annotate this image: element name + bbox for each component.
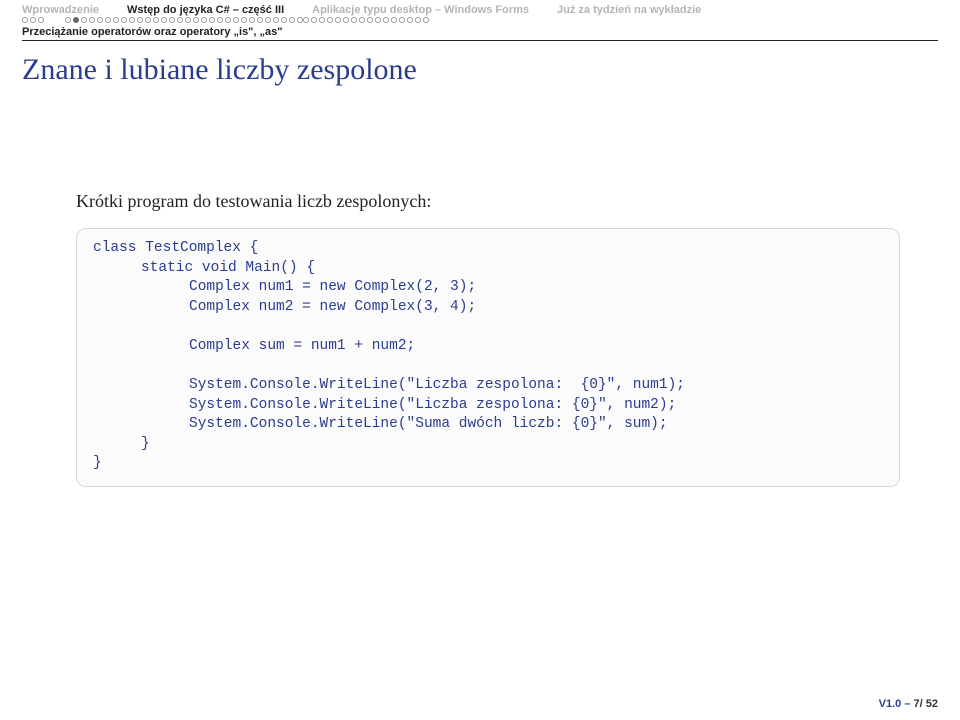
code-line: Complex num2 = new Complex(3, 4); bbox=[93, 298, 883, 318]
progress-dot[interactable] bbox=[30, 17, 36, 23]
code-line: System.Console.WriteLine("Suma dwóch lic… bbox=[93, 415, 883, 435]
progress-dot[interactable] bbox=[383, 17, 389, 23]
progress-dot[interactable] bbox=[209, 17, 215, 23]
progress-dot[interactable] bbox=[113, 17, 119, 23]
progress-dot[interactable] bbox=[257, 17, 263, 23]
progress-dot[interactable] bbox=[311, 17, 317, 23]
subtitle: Krótki program do testowania liczb zespo… bbox=[76, 191, 900, 212]
dots-group-3 bbox=[303, 17, 429, 23]
main-content: Krótki program do testowania liczb zespo… bbox=[0, 91, 960, 487]
progress-dot[interactable] bbox=[319, 17, 325, 23]
code-line: } bbox=[93, 435, 883, 455]
progress-dot[interactable] bbox=[233, 17, 239, 23]
progress-dot[interactable] bbox=[367, 17, 373, 23]
progress-dot[interactable] bbox=[359, 17, 365, 23]
version-label: V1.0 – bbox=[879, 698, 914, 710]
nav-tab-csharp[interactable]: Wstęp do języka C# – część III bbox=[127, 4, 284, 16]
code-line: static void Main() { bbox=[93, 259, 883, 279]
code-block: class TestComplex { static void Main() {… bbox=[76, 228, 900, 487]
progress-dot[interactable] bbox=[201, 17, 207, 23]
progress-dot[interactable] bbox=[423, 17, 429, 23]
nav-tabs: Wprowadzenie Wstęp do języka C# – część … bbox=[0, 0, 960, 16]
progress-dot[interactable] bbox=[161, 17, 167, 23]
code-line: Complex num1 = new Complex(2, 3); bbox=[93, 278, 883, 298]
nav-tab-next-week[interactable]: Już za tydzień na wykładzie bbox=[557, 4, 701, 16]
progress-dots bbox=[0, 16, 960, 25]
code-line: } bbox=[93, 455, 102, 471]
progress-dot[interactable] bbox=[375, 17, 381, 23]
progress-dot[interactable] bbox=[327, 17, 333, 23]
page-number: 7/ 52 bbox=[914, 698, 938, 710]
progress-dot[interactable] bbox=[351, 17, 357, 23]
progress-dot[interactable] bbox=[121, 17, 127, 23]
progress-dot[interactable] bbox=[81, 17, 87, 23]
code-line: System.Console.WriteLine("Liczba zespolo… bbox=[93, 376, 883, 396]
progress-dot[interactable] bbox=[38, 17, 44, 23]
progress-dot[interactable] bbox=[22, 17, 28, 23]
progress-dot[interactable] bbox=[265, 17, 271, 23]
progress-dot[interactable] bbox=[129, 17, 135, 23]
code-line: class TestComplex { bbox=[93, 240, 258, 256]
progress-dot[interactable] bbox=[177, 17, 183, 23]
nav-tab-intro[interactable]: Wprowadzenie bbox=[22, 4, 99, 16]
progress-dot[interactable] bbox=[415, 17, 421, 23]
dots-group-1 bbox=[22, 17, 44, 23]
footer: V1.0 – 7/ 52 bbox=[879, 698, 938, 710]
progress-dot[interactable] bbox=[225, 17, 231, 23]
progress-dot[interactable] bbox=[281, 17, 287, 23]
progress-dot[interactable] bbox=[145, 17, 151, 23]
progress-dot[interactable] bbox=[303, 17, 309, 23]
progress-dot[interactable] bbox=[343, 17, 349, 23]
progress-dot[interactable] bbox=[137, 17, 143, 23]
progress-dot[interactable] bbox=[185, 17, 191, 23]
progress-dot[interactable] bbox=[273, 17, 279, 23]
subsection-label: Przeciążanie operatorów oraz operatory „… bbox=[0, 25, 960, 40]
progress-dot[interactable] bbox=[399, 17, 405, 23]
progress-dot[interactable] bbox=[241, 17, 247, 23]
page-title: Znane i lubiane liczby zespolone bbox=[0, 41, 960, 91]
dots-group-2 bbox=[65, 17, 303, 23]
progress-dot[interactable] bbox=[169, 17, 175, 23]
progress-dot[interactable] bbox=[335, 17, 341, 23]
progress-dot[interactable] bbox=[217, 17, 223, 23]
progress-dot[interactable] bbox=[73, 17, 79, 23]
progress-dot[interactable] bbox=[65, 17, 71, 23]
code-line: System.Console.WriteLine("Liczba zespolo… bbox=[93, 396, 883, 416]
progress-dot[interactable] bbox=[97, 17, 103, 23]
progress-dot[interactable] bbox=[289, 17, 295, 23]
nav-tab-desktop[interactable]: Aplikacje typu desktop – Windows Forms bbox=[312, 4, 529, 16]
progress-dot[interactable] bbox=[407, 17, 413, 23]
progress-dot[interactable] bbox=[105, 17, 111, 23]
progress-dot[interactable] bbox=[89, 17, 95, 23]
progress-dot[interactable] bbox=[391, 17, 397, 23]
code-line: Complex sum = num1 + num2; bbox=[93, 337, 883, 357]
progress-dot[interactable] bbox=[249, 17, 255, 23]
progress-dot[interactable] bbox=[193, 17, 199, 23]
progress-dot[interactable] bbox=[153, 17, 159, 23]
